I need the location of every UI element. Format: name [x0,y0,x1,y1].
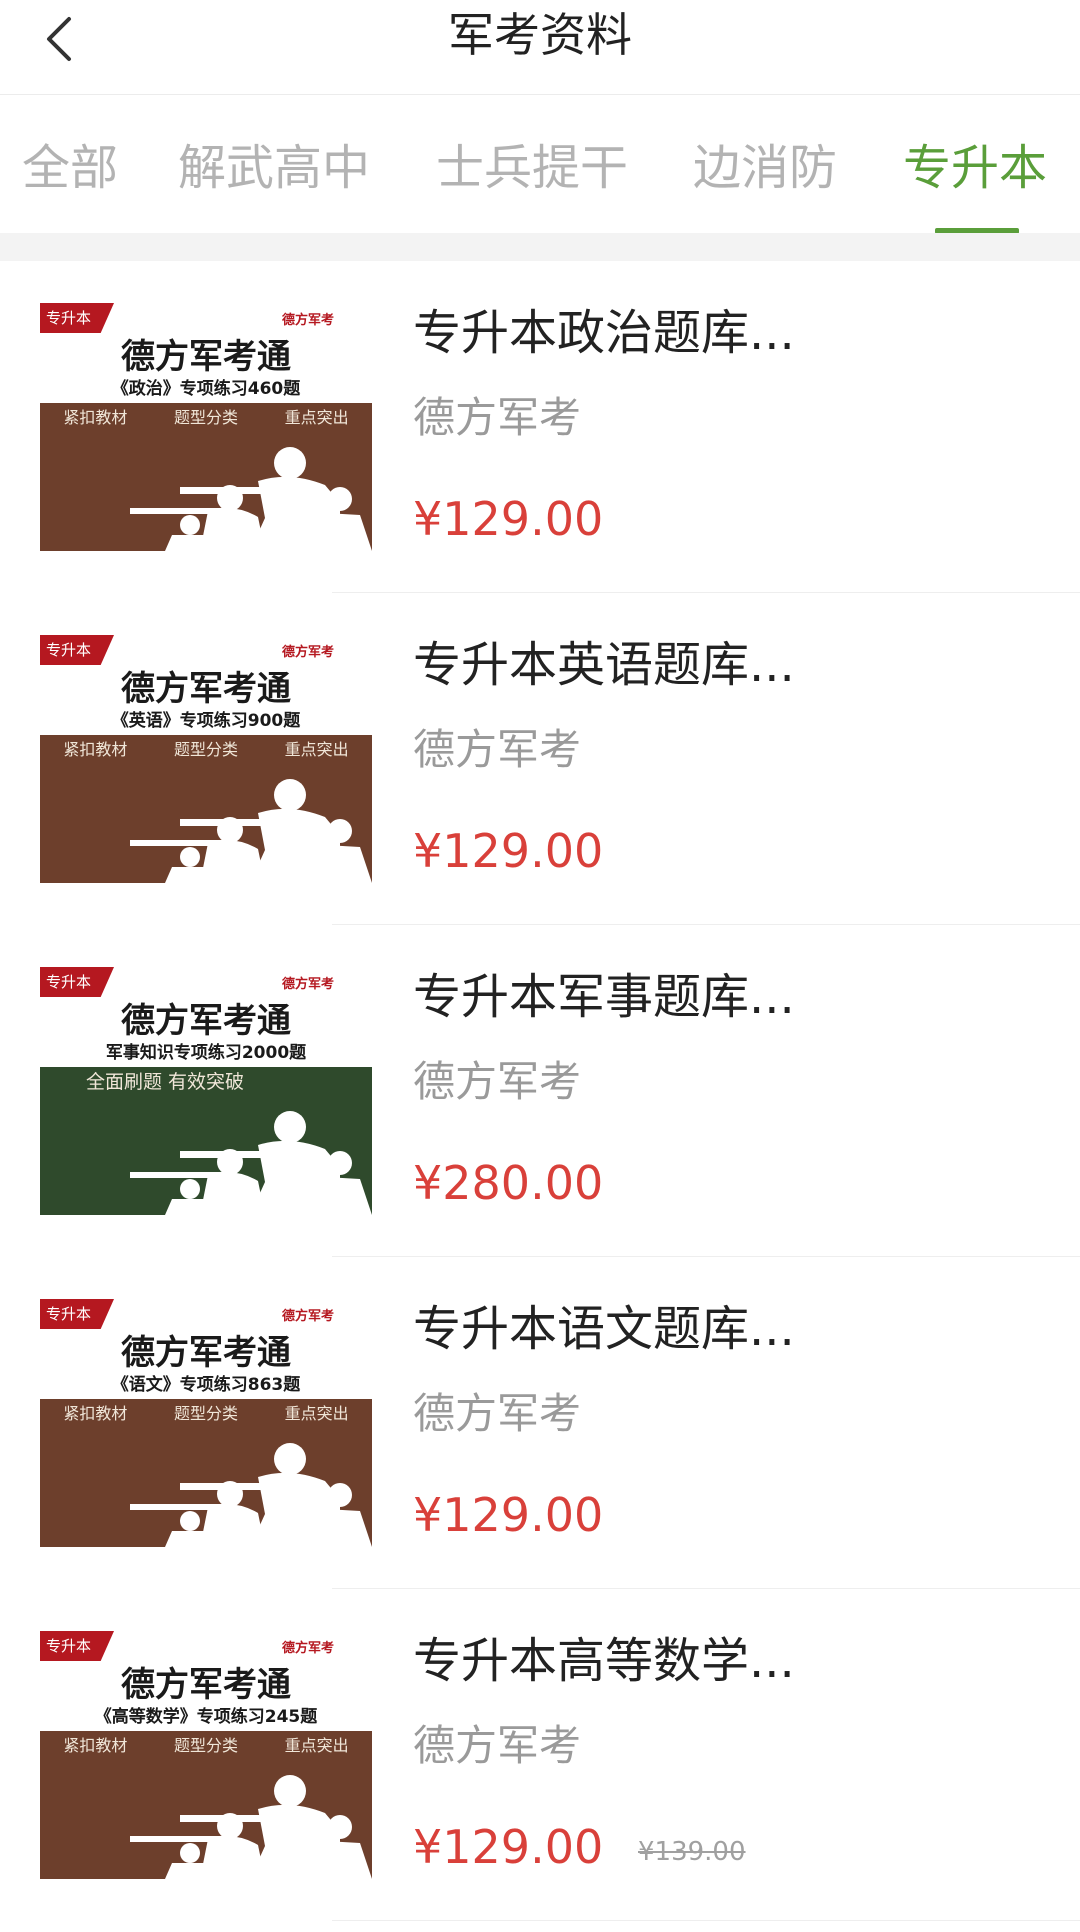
item-price: ¥129.00 [413,492,604,546]
soldier-silhouette-illustration [130,1443,372,1547]
book-cover-image: 专升本 德方军考 德方军考通 《语文》专项练习863题 紧扣教材 题型分类 重点… [40,1299,372,1547]
book-cover-image: 专升本 德方军考 德方军考通 《高等数学》专项练习245题 紧扣教材 题型分类 … [40,1631,372,1879]
list-item[interactable]: 专升本 德方军考 德方军考通 《高等数学》专项练习245题 紧扣教材 题型分类 … [0,1589,1080,1921]
list-item[interactable]: 专升本 德方军考 德方军考通 军事知识专项练习2000题 全面刷题 有效突破 专… [0,925,1080,1257]
item-title: 专升本语文题库... [413,1301,795,1357]
item-title: 专升本军事题库... [413,969,795,1025]
soldier-silhouette-illustration [130,1775,372,1879]
list-item[interactable]: 专升本 德方军考 德方军考通 《政治》专项练习460题 紧扣教材 题型分类 重点… [0,261,1080,593]
item-author: 德方军考 [413,1057,582,1106]
item-price: ¥129.00 [413,824,604,878]
item-author: 德方军考 [413,1721,582,1770]
item-price: ¥280.00 [413,1156,604,1210]
tab-shibing-tigan[interactable]: 士兵提干 [436,133,628,203]
item-title: 专升本政治题库... [413,305,795,361]
chevron-left-icon [47,17,71,61]
back-button[interactable] [24,4,94,74]
page-title: 军考资料 [448,8,632,62]
item-author: 德方军考 [413,393,582,442]
book-cover-image: 专升本 德方军考 德方军考通 《英语》专项练习900题 紧扣教材 题型分类 重点… [40,635,372,883]
tab-zhuanshengben[interactable]: 专升本 [903,133,1047,203]
tab-all[interactable]: 全部 [22,133,118,203]
section-divider [0,233,1080,261]
list-item[interactable]: 专升本 德方军考 德方军考通 《英语》专项练习900题 紧扣教材 题型分类 重点… [0,593,1080,925]
soldier-silhouette-illustration [130,447,372,551]
book-cover-image: 专升本 德方军考 德方军考通 《政治》专项练习460题 紧扣教材 题型分类 重点… [40,303,372,551]
book-cover-image: 专升本 德方军考 德方军考通 军事知识专项练习2000题 全面刷题 有效突破 [40,967,372,1215]
item-original-price: ¥139.00 [638,1837,746,1867]
tab-jiewu-gaozhong[interactable]: 解武高中 [178,133,370,203]
item-author: 德方军考 [413,1389,582,1438]
item-title: 专升本高等数学... [413,1633,795,1689]
page: 军考资料 全部 解武高中 士兵提干 边消防 专升本 专升本 德方军考 德方军考通… [0,0,1080,1932]
item-price: ¥129.00 [413,1488,604,1542]
tab-bian-xiaofang[interactable]: 边消防 [693,133,837,203]
item-price: ¥129.00 [413,1820,604,1874]
item-title: 专升本英语题库... [413,637,795,693]
divider [332,1920,1080,1921]
soldier-silhouette-illustration [130,1111,372,1215]
category-tabs: 全部 解武高中 士兵提干 边消防 专升本 [0,95,1080,234]
list-item[interactable]: 专升本 德方军考 德方军考通 《语文》专项练习863题 紧扣教材 题型分类 重点… [0,1257,1080,1589]
item-author: 德方军考 [413,725,582,774]
top-bar: 军考资料 [0,0,1080,95]
soldier-silhouette-illustration [130,779,372,883]
